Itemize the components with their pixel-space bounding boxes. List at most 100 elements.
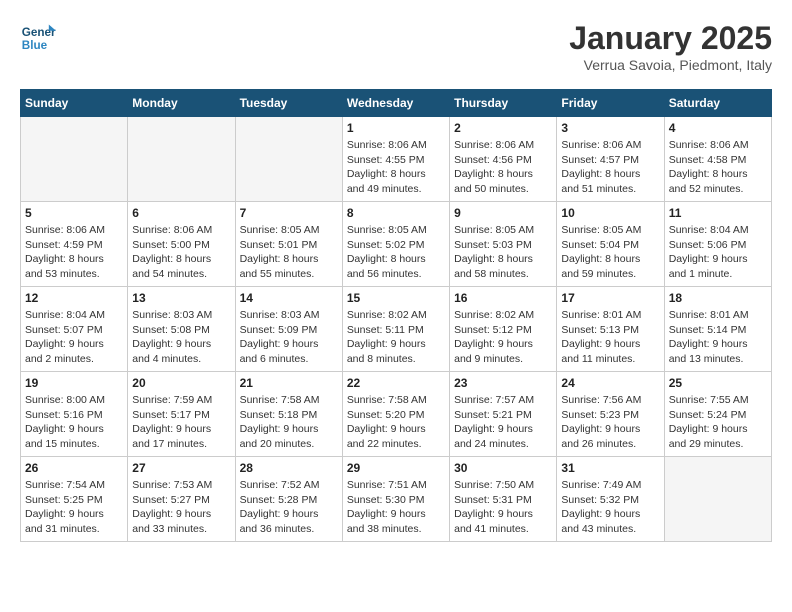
day-header-friday: Friday	[557, 90, 664, 117]
calendar-cell: 27Sunrise: 7:53 AMSunset: 5:27 PMDayligh…	[128, 457, 235, 542]
calendar-cell: 23 Sunrise: 7:57 AMSunset: 5:21 PMDayligh…	[450, 372, 557, 457]
calendar-cell: 26Sunrise: 7:54 AMSunset: 5:25 PMDayligh…	[21, 457, 128, 542]
day-number: 22	[347, 376, 445, 390]
calendar-cell: 24 Sunrise: 7:56 AMSunset: 5:23 PMDayligh…	[557, 372, 664, 457]
day-number: 2	[454, 121, 552, 135]
calendar-cell: 20 Sunrise: 7:59 AMSunset: 5:17 PMDayligh…	[128, 372, 235, 457]
day-info: Sunrise: 7:59 AMSunset: 5:17 PMDaylight:…	[132, 393, 230, 452]
calendar-cell	[128, 117, 235, 202]
calendar-cell: 14 Sunrise: 8:03 AMSunset: 5:09 PMDayligh…	[235, 287, 342, 372]
day-info: Sunrise: 8:03 AMSunset: 5:08 PMDaylight:…	[132, 308, 230, 367]
week-row-5: 26Sunrise: 7:54 AMSunset: 5:25 PMDayligh…	[21, 457, 772, 542]
calendar-cell: 25 Sunrise: 7:55 AMSunset: 5:24 PMDayligh…	[664, 372, 771, 457]
day-info: Sunrise: 8:01 AMSunset: 5:14 PMDaylight:…	[669, 308, 767, 367]
calendar-cell: 8 Sunrise: 8:05 AMSunset: 5:02 PMDaylight…	[342, 202, 449, 287]
calendar-cell: 1 Sunrise: 8:06 AMSunset: 4:55 PMDaylight…	[342, 117, 449, 202]
day-info: Sunrise: 8:03 AMSunset: 5:09 PMDaylight:…	[240, 308, 338, 367]
calendar-cell: 29Sunrise: 7:51 AMSunset: 5:30 PMDayligh…	[342, 457, 449, 542]
week-row-1: 1 Sunrise: 8:06 AMSunset: 4:55 PMDaylight…	[21, 117, 772, 202]
calendar-cell: 7 Sunrise: 8:05 AMSunset: 5:01 PMDaylight…	[235, 202, 342, 287]
day-number: 24	[561, 376, 659, 390]
page-header: General Blue January 2025 Verrua Savoia,…	[20, 20, 772, 73]
day-info: Sunrise: 7:51 AMSunset: 5:30 PMDaylight:…	[347, 478, 445, 537]
day-number: 10	[561, 206, 659, 220]
day-info: Sunrise: 8:06 AMSunset: 4:57 PMDaylight:…	[561, 138, 659, 197]
calendar-cell	[21, 117, 128, 202]
day-info: Sunrise: 7:58 AMSunset: 5:20 PMDaylight:…	[347, 393, 445, 452]
day-info: Sunrise: 7:58 AMSunset: 5:18 PMDaylight:…	[240, 393, 338, 452]
day-number: 18	[669, 291, 767, 305]
calendar-header-row: SundayMondayTuesdayWednesdayThursdayFrid…	[21, 90, 772, 117]
calendar-cell: 31Sunrise: 7:49 AMSunset: 5:32 PMDayligh…	[557, 457, 664, 542]
calendar-cell: 12 Sunrise: 8:04 AMSunset: 5:07 PMDayligh…	[21, 287, 128, 372]
calendar-cell: 9Sunrise: 8:05 AMSunset: 5:03 PMDaylight…	[450, 202, 557, 287]
logo: General Blue	[20, 20, 56, 56]
day-info: Sunrise: 7:49 AMSunset: 5:32 PMDaylight:…	[561, 478, 659, 537]
month-title: January 2025	[569, 20, 772, 57]
calendar-cell: 10 Sunrise: 8:05 AMSunset: 5:04 PMDayligh…	[557, 202, 664, 287]
day-number: 16	[454, 291, 552, 305]
week-row-2: 5 Sunrise: 8:06 AMSunset: 4:59 PMDaylight…	[21, 202, 772, 287]
calendar-cell: 6 Sunrise: 8:06 AMSunset: 5:00 PMDaylight…	[128, 202, 235, 287]
week-row-4: 19Sunrise: 8:00 AMSunset: 5:16 PMDayligh…	[21, 372, 772, 457]
day-info: Sunrise: 8:05 AMSunset: 5:04 PMDaylight:…	[561, 223, 659, 282]
day-number: 7	[240, 206, 338, 220]
svg-text:Blue: Blue	[22, 39, 48, 52]
day-number: 4	[669, 121, 767, 135]
day-info: Sunrise: 8:02 AMSunset: 5:12 PMDaylight:…	[454, 308, 552, 367]
day-info: Sunrise: 8:06 AMSunset: 4:58 PMDaylight:…	[669, 138, 767, 197]
day-header-thursday: Thursday	[450, 90, 557, 117]
calendar-cell: 15Sunrise: 8:02 AMSunset: 5:11 PMDayligh…	[342, 287, 449, 372]
calendar-cell	[664, 457, 771, 542]
day-info: Sunrise: 7:55 AMSunset: 5:24 PMDaylight:…	[669, 393, 767, 452]
calendar-cell: 22 Sunrise: 7:58 AMSunset: 5:20 PMDayligh…	[342, 372, 449, 457]
day-number: 14	[240, 291, 338, 305]
day-info: Sunrise: 8:06 AMSunset: 4:56 PMDaylight:…	[454, 138, 552, 197]
calendar-cell	[235, 117, 342, 202]
day-number: 20	[132, 376, 230, 390]
day-info: Sunrise: 7:52 AMSunset: 5:28 PMDaylight:…	[240, 478, 338, 537]
calendar-table: SundayMondayTuesdayWednesdayThursdayFrid…	[20, 89, 772, 542]
day-header-sunday: Sunday	[21, 90, 128, 117]
day-info: Sunrise: 8:06 AMSunset: 4:59 PMDaylight:…	[25, 223, 123, 282]
day-info: Sunrise: 7:57 AMSunset: 5:21 PMDaylight:…	[454, 393, 552, 452]
calendar-cell: 30Sunrise: 7:50 AMSunset: 5:31 PMDayligh…	[450, 457, 557, 542]
day-header-saturday: Saturday	[664, 90, 771, 117]
day-info: Sunrise: 8:05 AMSunset: 5:02 PMDaylight:…	[347, 223, 445, 282]
day-number: 25	[669, 376, 767, 390]
day-header-tuesday: Tuesday	[235, 90, 342, 117]
day-number: 21	[240, 376, 338, 390]
calendar-cell: 11Sunrise: 8:04 AMSunset: 5:06 PMDayligh…	[664, 202, 771, 287]
day-number: 1	[347, 121, 445, 135]
day-info: Sunrise: 8:05 AMSunset: 5:03 PMDaylight:…	[454, 223, 552, 282]
day-number: 17	[561, 291, 659, 305]
calendar-cell: 19Sunrise: 8:00 AMSunset: 5:16 PMDayligh…	[21, 372, 128, 457]
day-number: 28	[240, 461, 338, 475]
day-info: Sunrise: 8:01 AMSunset: 5:13 PMDaylight:…	[561, 308, 659, 367]
calendar-cell: 18 Sunrise: 8:01 AMSunset: 5:14 PMDayligh…	[664, 287, 771, 372]
day-info: Sunrise: 8:06 AMSunset: 5:00 PMDaylight:…	[132, 223, 230, 282]
day-number: 5	[25, 206, 123, 220]
calendar-cell: 16 Sunrise: 8:02 AMSunset: 5:12 PMDayligh…	[450, 287, 557, 372]
calendar-cell: 2 Sunrise: 8:06 AMSunset: 4:56 PMDaylight…	[450, 117, 557, 202]
day-header-wednesday: Wednesday	[342, 90, 449, 117]
day-number: 8	[347, 206, 445, 220]
day-info: Sunrise: 7:56 AMSunset: 5:23 PMDaylight:…	[561, 393, 659, 452]
calendar-cell: 13Sunrise: 8:03 AMSunset: 5:08 PMDayligh…	[128, 287, 235, 372]
logo-icon: General Blue	[20, 20, 56, 56]
day-number: 23	[454, 376, 552, 390]
day-number: 26	[25, 461, 123, 475]
calendar-cell: 4 Sunrise: 8:06 AMSunset: 4:58 PMDaylight…	[664, 117, 771, 202]
day-number: 3	[561, 121, 659, 135]
day-number: 12	[25, 291, 123, 305]
title-block: January 2025 Verrua Savoia, Piedmont, It…	[569, 20, 772, 73]
calendar-cell: 21 Sunrise: 7:58 AMSunset: 5:18 PMDayligh…	[235, 372, 342, 457]
day-info: Sunrise: 8:00 AMSunset: 5:16 PMDaylight:…	[25, 393, 123, 452]
day-number: 15	[347, 291, 445, 305]
day-info: Sunrise: 8:04 AMSunset: 5:07 PMDaylight:…	[25, 308, 123, 367]
day-info: Sunrise: 8:06 AMSunset: 4:55 PMDaylight:…	[347, 138, 445, 197]
calendar-cell: 5 Sunrise: 8:06 AMSunset: 4:59 PMDaylight…	[21, 202, 128, 287]
day-info: Sunrise: 8:05 AMSunset: 5:01 PMDaylight:…	[240, 223, 338, 282]
day-number: 27	[132, 461, 230, 475]
day-number: 6	[132, 206, 230, 220]
